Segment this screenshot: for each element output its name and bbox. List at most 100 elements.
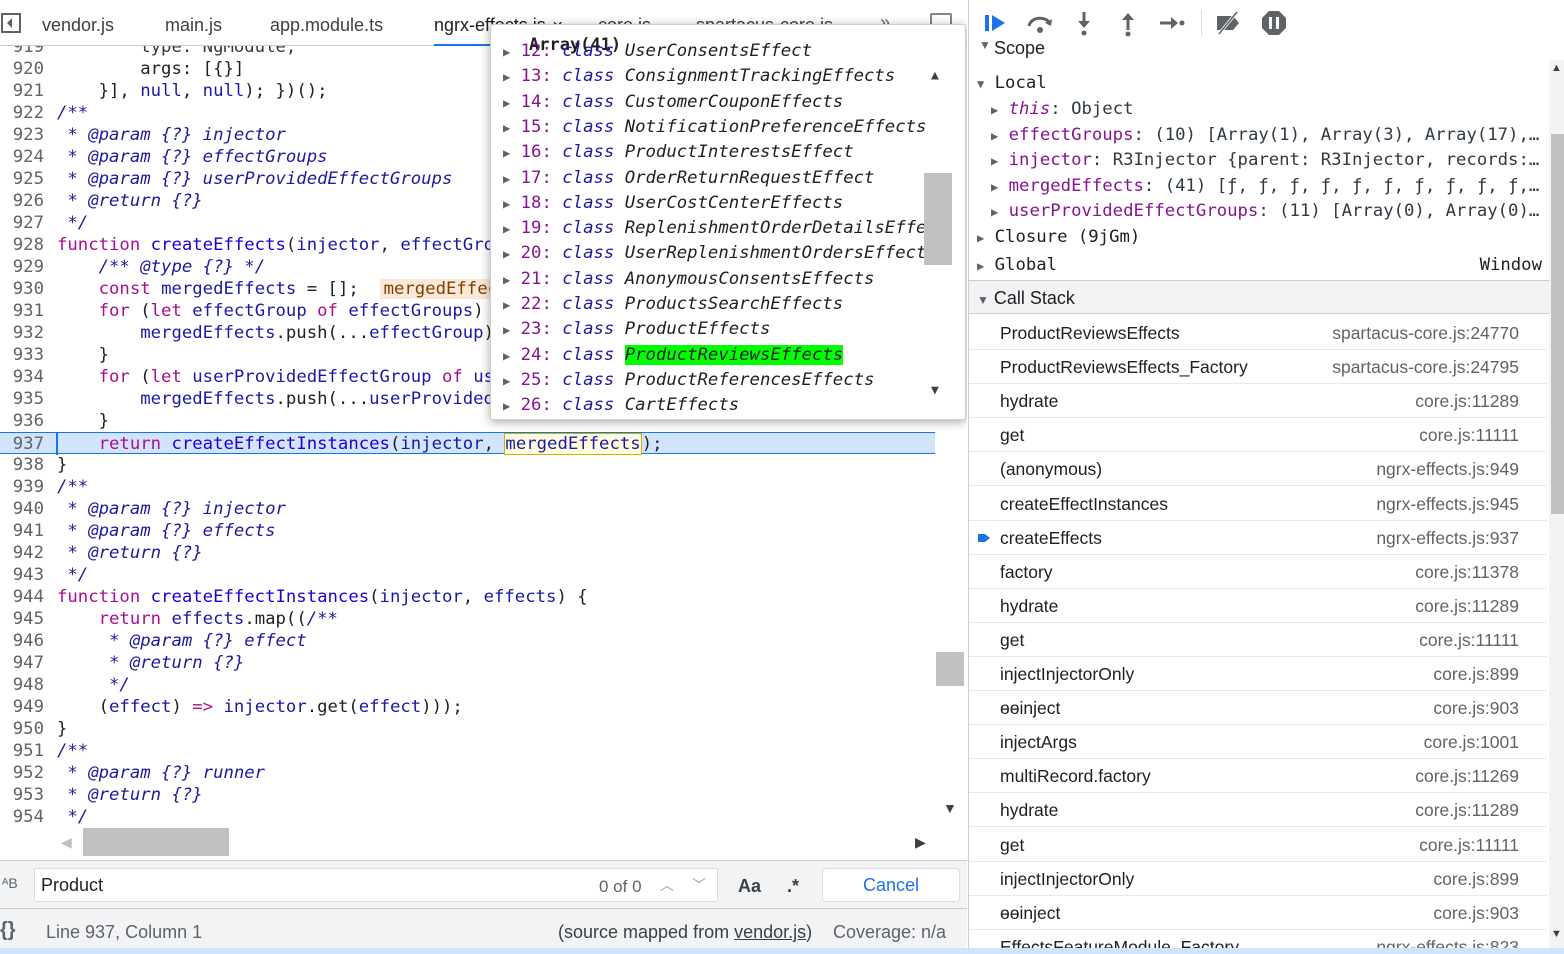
line-number[interactable]: 941	[0, 520, 44, 542]
line-number[interactable]: 920	[0, 58, 44, 80]
code-line[interactable]: 953 * @return {?}	[0, 784, 935, 806]
line-number[interactable]: 924	[0, 146, 44, 168]
code-line[interactable]: 948 */	[0, 674, 935, 696]
array-item-row[interactable]: ▶ 14: class CustomerCouponEffects	[503, 90, 843, 115]
deactivate-breakpoints-icon[interactable]	[1213, 8, 1243, 38]
match-case-button[interactable]: Aa	[738, 876, 761, 897]
source-map-link[interactable]: vendor.js	[734, 922, 806, 942]
scope-variable-row[interactable]: ▶ mergedEffects: (41) [ƒ, ƒ, ƒ, ƒ, ƒ, ƒ,…	[991, 173, 1539, 199]
step-over-icon[interactable]	[1025, 8, 1055, 38]
array-item-row[interactable]: ▶ 16: class ProductInterestsEffect	[503, 140, 854, 165]
line-number[interactable]: 948	[0, 674, 44, 696]
frame-location[interactable]: core.js:11378	[1415, 555, 1519, 589]
pretty-print-button[interactable]: {}	[0, 919, 16, 942]
call-frame[interactable]: ɵɵinject core.js:903	[969, 896, 1547, 930]
line-number[interactable]: 944	[0, 586, 44, 608]
line-number[interactable]: 951	[0, 740, 44, 762]
scroll-down-arrow-icon[interactable]: ▼	[931, 383, 939, 398]
step-into-icon[interactable]	[1069, 8, 1099, 38]
scope-global-row[interactable]: ▶ Global Window	[977, 252, 1542, 278]
line-number[interactable]: 952	[0, 762, 44, 784]
code-line[interactable]: 941 * @param {?} effects	[0, 520, 935, 542]
line-number[interactable]: 922	[0, 102, 44, 124]
scope-variable-row[interactable]: ▶ injector: R3Injector {parent: R3Inject…	[991, 147, 1539, 173]
code-line[interactable]: 947 * @return {?}	[0, 652, 935, 674]
call-frame[interactable]: injectInjectorOnly core.js:899	[969, 862, 1547, 896]
array-item-row[interactable]: ▶ 25: class ProductReferencesEffects	[503, 368, 874, 393]
frame-location[interactable]: core.js:11289	[1415, 793, 1519, 827]
call-frame[interactable]: ɵɵinject core.js:903	[969, 691, 1547, 726]
editor-vertical-scroll-thumb[interactable]	[936, 652, 964, 686]
line-number[interactable]: 928	[0, 234, 44, 256]
line-number[interactable]: 949	[0, 696, 44, 718]
array-item-row[interactable]: ▶ 17: class OrderReturnRequestEffect	[503, 166, 874, 191]
code-line[interactable]: 938}	[0, 454, 935, 476]
line-number[interactable]: 940	[0, 498, 44, 520]
line-number[interactable]: 919	[0, 46, 44, 58]
code-line[interactable]: 954 */	[0, 806, 935, 828]
array-item-row[interactable]: ▶ 19: class ReplenishmentOrderDetailsEff…	[503, 216, 926, 241]
editor-horizontal-scrollbar[interactable]: ◀ ▶	[55, 828, 935, 858]
line-number[interactable]: 933	[0, 344, 44, 366]
step-icon[interactable]	[1157, 8, 1187, 38]
call-frame[interactable]: ProductReviewsEffects_Factory spartacus-c…	[969, 350, 1547, 385]
code-line[interactable]: 942 * @return {?}	[0, 542, 935, 564]
code-line[interactable]: 945 return effects.map((/**	[0, 608, 935, 630]
line-number[interactable]: 939	[0, 476, 44, 498]
current-call-frame[interactable]: createEffects ngrx-effects.js:937	[969, 521, 1547, 555]
array-item-row[interactable]: ▶ 21: class AnonymousConsentsEffects	[503, 267, 874, 292]
line-number[interactable]: 936	[0, 410, 44, 432]
scroll-down-arrow-icon[interactable]: ▼	[1551, 928, 1562, 940]
code-line[interactable]: 946 * @param {?} effect	[0, 630, 935, 652]
line-number[interactable]: 923	[0, 124, 44, 146]
step-out-icon[interactable]	[1113, 8, 1143, 38]
line-number[interactable]: 934	[0, 366, 44, 388]
array-item-row[interactable]: ▶ 12: class UserConsentsEffect	[503, 39, 812, 64]
call-frame[interactable]: ProductReviewsEffects spartacus-core.js:2…	[969, 316, 1547, 350]
call-frame[interactable]: injectInjectorOnly core.js:899	[969, 657, 1547, 691]
array-item-row[interactable]: ▶ 23: class ProductEffects	[503, 317, 770, 342]
line-number[interactable]: 943	[0, 564, 44, 586]
sidebar-scroll-thumb[interactable]	[1551, 134, 1564, 514]
scope-variable-row[interactable]: ▶ this: Object	[991, 96, 1134, 122]
line-number[interactable]: 950	[0, 718, 44, 740]
frame-location[interactable]: core.js:1001	[1424, 725, 1519, 759]
code-line[interactable]: 951 /**	[0, 740, 935, 762]
frame-location[interactable]: ngrx-effects.js:937	[1376, 521, 1519, 555]
horizontal-scroll-thumb[interactable]	[83, 828, 229, 856]
navigator-toggle-icon[interactable]	[0, 12, 22, 34]
call-frame[interactable]: (anonymous) ngrx-effects.js:949	[969, 452, 1547, 487]
code-line[interactable]: 943 */	[0, 564, 935, 586]
scope-closure-row[interactable]: ▶ Closure (9jGm)	[977, 224, 1140, 250]
scroll-right-arrow-icon[interactable]: ▶	[915, 834, 926, 851]
line-number[interactable]: 935	[0, 388, 44, 410]
line-number[interactable]: 953	[0, 784, 44, 806]
array-item-row[interactable]: ▶ 24: class ProductReviewsEffects	[503, 343, 844, 368]
line-number[interactable]: 937	[0, 433, 44, 455]
scroll-down-arrow-icon[interactable]: ▼	[943, 800, 957, 816]
array-item-row[interactable]: ▶ 13: class ConsignmentTrackingEffects	[503, 64, 895, 89]
scroll-left-arrow-icon[interactable]: ◀	[61, 834, 72, 851]
regex-button[interactable]: .*	[787, 876, 799, 897]
line-number[interactable]: 930	[0, 278, 44, 300]
frame-location[interactable]: spartacus-core.js:24795	[1332, 350, 1519, 384]
scope-local-row[interactable]: ▼ Local	[977, 70, 1047, 96]
array-item-row[interactable]: ▶ 26: class CartEffects	[503, 393, 739, 418]
call-frame[interactable]: injectArgs core.js:1001	[969, 725, 1547, 760]
execution-line[interactable]: 937 return createEffectInstances(injecto…	[0, 432, 935, 455]
code-line[interactable]: 949 (effect) => injector.get(effect)));	[0, 696, 935, 718]
line-number[interactable]: 921	[0, 80, 44, 102]
frame-location[interactable]: core.js:11111	[1419, 623, 1519, 657]
scope-variable-row[interactable]: ▶ userProvidedEffectGroups: (11) [Array(…	[991, 198, 1539, 224]
scroll-up-arrow-icon[interactable]: ▲	[931, 68, 939, 83]
line-number[interactable]: 932	[0, 322, 44, 344]
previous-match-icon[interactable]: ︿	[660, 875, 674, 895]
call-frame[interactable]: get core.js:11111	[969, 418, 1547, 453]
line-number[interactable]: 925	[0, 168, 44, 190]
call-frame[interactable]: get core.js:11111	[969, 828, 1547, 862]
code-line[interactable]: 950}	[0, 718, 935, 740]
frame-location[interactable]: core.js:11111	[1419, 418, 1519, 452]
call-frame[interactable]: hydrate core.js:11289	[969, 384, 1547, 419]
call-frame[interactable]: multiRecord.factory core.js:11269	[969, 759, 1547, 794]
tab-app-module-ts[interactable]: app.module.ts	[270, 0, 383, 46]
